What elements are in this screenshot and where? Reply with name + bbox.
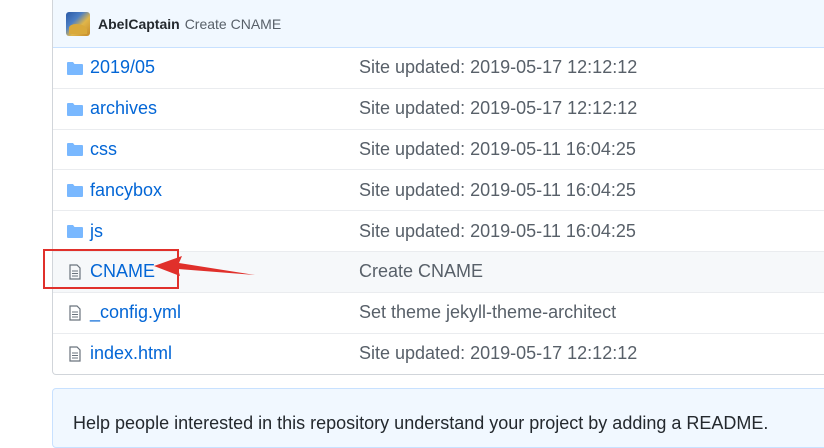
file-commit-message[interactable]: Site updated: 2019-05-17 12:12:12 <box>359 98 637 119</box>
file-row-index-html[interactable]: index.html Site updated: 2019-05-17 12:1… <box>53 334 824 375</box>
file-commit-message[interactable]: Create CNAME <box>359 261 483 282</box>
file-row-css[interactable]: css Site updated: 2019-05-11 16:04:25 <box>53 130 824 171</box>
commit-author[interactable]: AbelCaptain <box>98 16 180 32</box>
file-icon <box>69 305 81 321</box>
file-commit-message[interactable]: Site updated: 2019-05-17 12:12:12 <box>359 343 637 364</box>
folder-icon <box>67 143 83 157</box>
file-commit-message[interactable]: Site updated: 2019-05-11 16:04:25 <box>359 221 636 242</box>
file-commit-message[interactable]: Site updated: 2019-05-17 12:12:12 <box>359 57 637 78</box>
file-row-js[interactable]: js Site updated: 2019-05-11 16:04:25 <box>53 211 824 252</box>
file-row-archives[interactable]: archives Site updated: 2019-05-17 12:12:… <box>53 89 824 130</box>
file-name[interactable]: css <box>90 139 117 160</box>
file-name[interactable]: _config.yml <box>90 302 181 323</box>
folder-icon <box>67 102 83 116</box>
file-row-fancybox[interactable]: fancybox Site updated: 2019-05-11 16:04:… <box>53 170 824 212</box>
file-list: AbelCaptain Create CNAME 2019/05 Site up… <box>52 0 824 375</box>
annotation-arrow-icon <box>154 256 255 276</box>
file-name[interactable]: fancybox <box>90 180 162 201</box>
file-commit-message[interactable]: Set theme jekyll-theme-architect <box>359 302 616 323</box>
file-commit-message[interactable]: Site updated: 2019-05-11 16:04:25 <box>359 139 636 160</box>
file-icon <box>69 346 81 362</box>
commit-message[interactable]: Create CNAME <box>185 16 281 32</box>
latest-commit-bar: AbelCaptain Create CNAME <box>53 0 824 48</box>
file-commit-message[interactable]: Site updated: 2019-05-11 16:04:25 <box>359 180 636 201</box>
folder-icon <box>67 225 83 239</box>
file-name[interactable]: 2019/05 <box>90 57 155 78</box>
file-name[interactable]: index.html <box>90 343 172 364</box>
file-name[interactable]: js <box>90 221 103 242</box>
folder-icon <box>67 184 83 198</box>
folder-icon <box>67 61 83 75</box>
readme-prompt-box: Help people interested in this repositor… <box>52 388 824 448</box>
file-row-2019-05[interactable]: 2019/05 Site updated: 2019-05-17 12:12:1… <box>53 48 824 89</box>
file-row-config[interactable]: _config.yml Set theme jekyll-theme-archi… <box>53 293 824 334</box>
avatar[interactable] <box>66 11 90 36</box>
readme-prompt-text: Help people interested in this repositor… <box>73 413 769 433</box>
file-name[interactable]: archives <box>90 98 157 119</box>
